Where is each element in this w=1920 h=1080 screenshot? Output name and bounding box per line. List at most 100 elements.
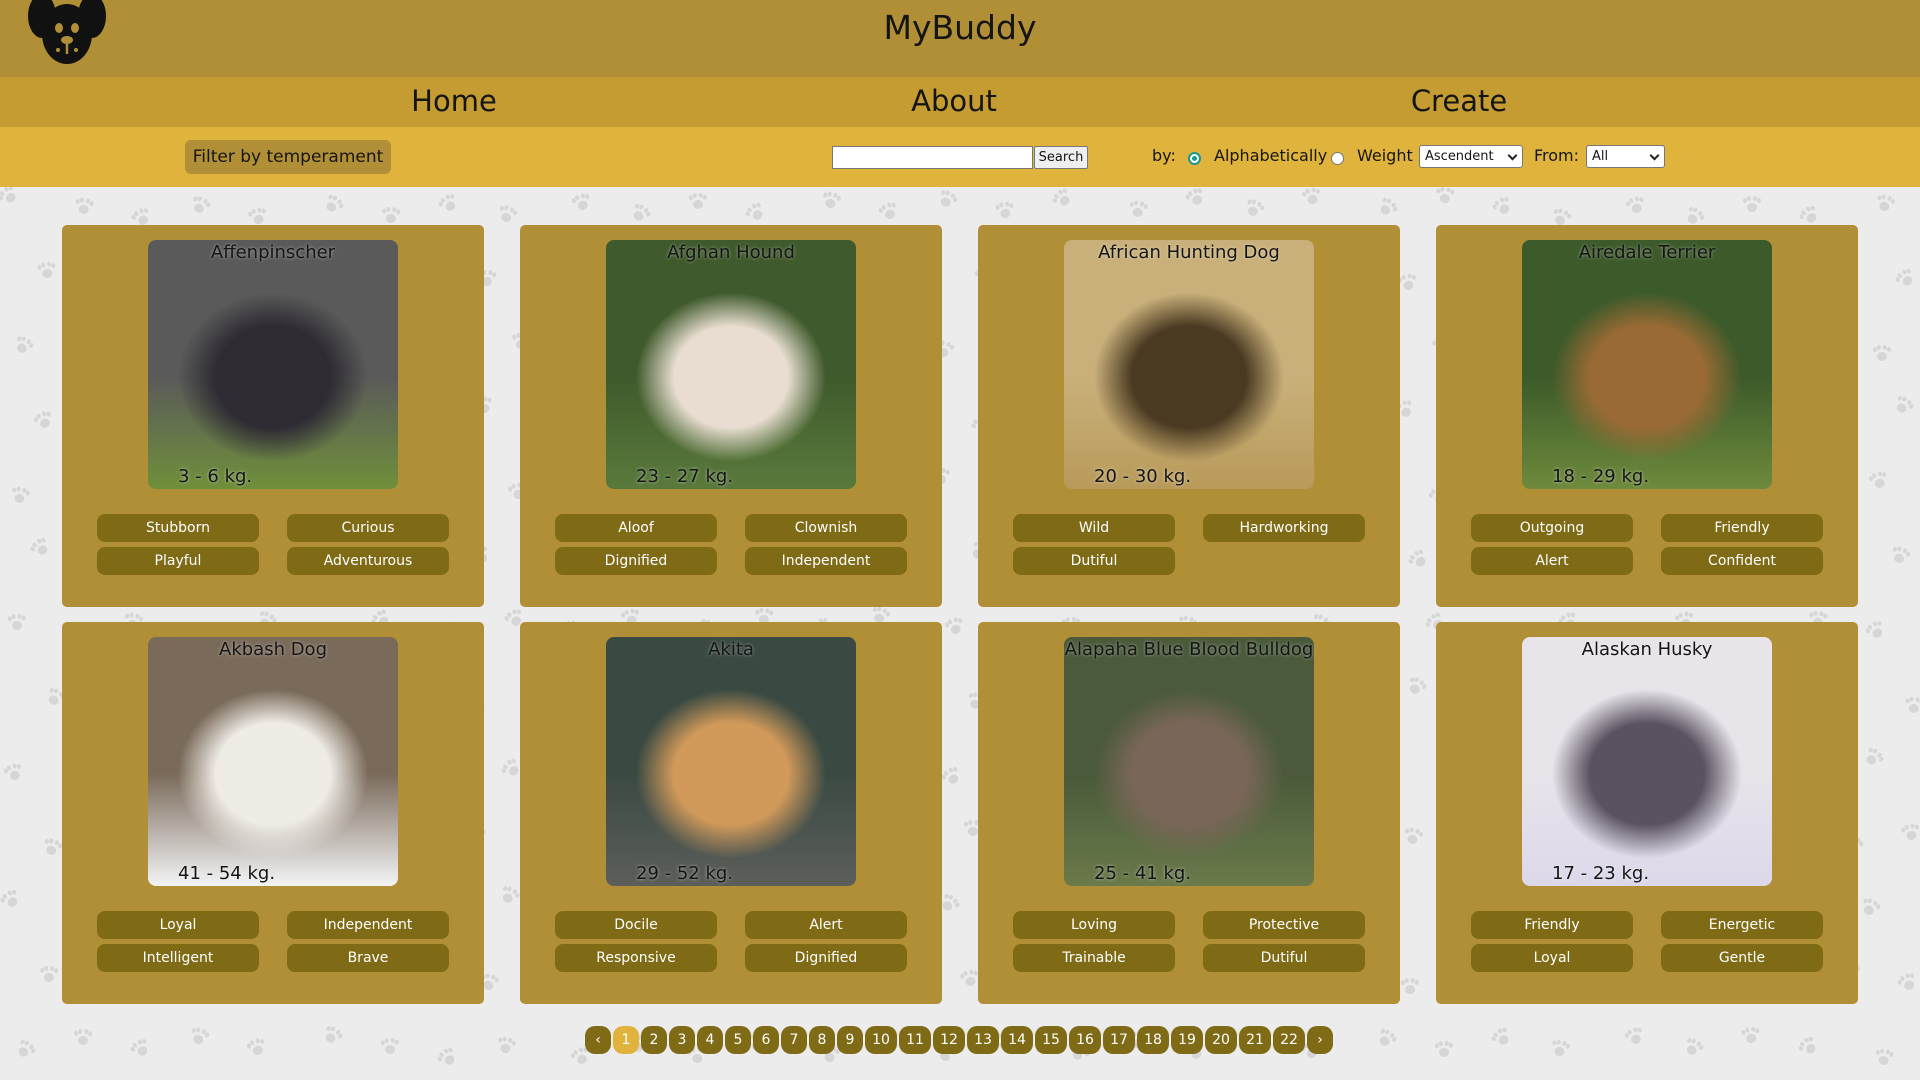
paw-icon	[1860, 745, 1885, 770]
search-input[interactable]	[832, 146, 1033, 169]
page-button[interactable]: 16	[1069, 1026, 1101, 1054]
page-button[interactable]: 14	[1001, 1026, 1033, 1054]
page-button[interactable]: 11	[899, 1026, 931, 1054]
paw-icon	[1874, 193, 1896, 215]
paw-icon	[743, 200, 768, 225]
temperament-tag: Clownish	[745, 514, 907, 542]
page-button[interactable]: 22	[1273, 1026, 1305, 1054]
paw-icon	[1128, 200, 1149, 221]
paw-icon	[1874, 1048, 1895, 1069]
breed-name: Afghan Hound	[667, 242, 795, 263]
paw-icon	[12, 1037, 37, 1062]
paw-icon	[995, 201, 1015, 221]
temperament-tag: Friendly	[1471, 911, 1633, 939]
paw-icon	[1623, 1025, 1647, 1049]
sort-alphabetically-radio[interactable]	[1188, 152, 1201, 165]
page-button[interactable]: 8	[809, 1026, 835, 1054]
breed-card[interactable]: Alapaha Blue Blood Bulldog 25 - 41 kg. Lov…	[978, 622, 1400, 1004]
paw-icon	[1741, 1026, 1761, 1046]
page-button[interactable]: 6	[753, 1026, 779, 1054]
paw-icon	[571, 192, 594, 215]
temperament-tag: Wild	[1013, 514, 1175, 542]
page-button[interactable]: 18	[1137, 1026, 1169, 1054]
page-button[interactable]: 7	[781, 1026, 807, 1054]
page-button[interactable]: 19	[1171, 1026, 1203, 1054]
paw-icon	[435, 1045, 460, 1070]
page-button[interactable]: 17	[1103, 1026, 1135, 1054]
paw-icon	[1858, 896, 1882, 920]
page-button[interactable]: 10	[865, 1026, 897, 1054]
paw-icon	[74, 197, 94, 217]
page-button[interactable]: 5	[725, 1026, 751, 1054]
paw-icon	[1301, 187, 1322, 208]
temperament-tag: Brave	[287, 944, 449, 972]
paw-icon	[9, 485, 31, 507]
paw-icon	[11, 334, 35, 358]
paw-icon	[128, 1036, 153, 1061]
breed-card[interactable]: Alaskan Husky 17 - 23 kg. Friendly Energeti…	[1436, 622, 1858, 1004]
from-select[interactable]: All	[1586, 145, 1665, 168]
paw-icon	[1489, 1025, 1514, 1050]
paw-icon	[877, 200, 901, 224]
page-button[interactable]: 1	[613, 1026, 639, 1054]
temperament-tag: Dignified	[555, 547, 717, 575]
order-select-value: Ascendent	[1425, 149, 1494, 164]
paw-icon	[246, 1037, 269, 1060]
from-select-value: All	[1592, 149, 1609, 164]
breed-card[interactable]: Affenpinscher 3 - 6 kg. Stubborn Curious Pla…	[62, 225, 484, 607]
filter-temperament-button[interactable]: Filter by temperament	[185, 140, 391, 174]
breed-card[interactable]: Afghan Hound 23 - 27 kg. Aloof Clownish Dign…	[520, 225, 942, 607]
search-button[interactable]: Search	[1034, 146, 1088, 169]
sort-alphabetically-label[interactable]: Alphabetically	[1214, 146, 1327, 165]
temperament-tag: Curious	[287, 514, 449, 542]
nav-about[interactable]: About	[911, 84, 997, 118]
temperament-tag: Loving	[1013, 911, 1175, 939]
page-button[interactable]: 12	[933, 1026, 965, 1054]
temperament-tag: Stubborn	[97, 514, 259, 542]
nav-create[interactable]: Create	[1411, 84, 1507, 118]
paw-icon	[495, 1035, 517, 1057]
filter-bar: Filter by temperament Search by: Alphabe…	[0, 127, 1920, 187]
prev-page-button[interactable]: ‹	[585, 1026, 611, 1054]
paw-icon	[496, 204, 519, 227]
breed-weight: 17 - 23 kg.	[1552, 863, 1650, 884]
temperament-tag: Docile	[555, 911, 717, 939]
breed-card[interactable]: African Hunting Dog 20 - 30 kg. Wild Hardwo…	[978, 225, 1400, 607]
paw-icon	[41, 837, 64, 860]
page-button[interactable]: 20	[1205, 1026, 1237, 1054]
temperament-tag: Confident	[1661, 547, 1823, 575]
order-select[interactable]: Ascendent	[1419, 145, 1523, 168]
next-page-button[interactable]: ›	[1307, 1026, 1333, 1054]
paw-icon	[1625, 195, 1647, 217]
page-button[interactable]: 3	[669, 1026, 695, 1054]
breed-name: Airedale Terrier	[1578, 242, 1716, 263]
page-button[interactable]: 2	[641, 1026, 667, 1054]
paw-icon	[74, 1028, 93, 1048]
paw-icon	[1374, 195, 1399, 220]
page-button[interactable]: 9	[837, 1026, 863, 1054]
breed-card[interactable]: Akbash Dog 41 - 54 kg. Loyal Independent Int…	[62, 622, 484, 1004]
breed-name: Alaskan Husky	[1581, 639, 1713, 660]
sort-weight-radio[interactable]	[1331, 152, 1344, 165]
page-button[interactable]: 4	[697, 1026, 723, 1054]
paw-icon	[1242, 197, 1266, 221]
paw-icon	[627, 201, 652, 226]
temperament-tag: Playful	[97, 547, 259, 575]
breed-photo	[606, 637, 856, 886]
nav-home[interactable]: Home	[411, 84, 497, 118]
paw-icon	[935, 188, 960, 213]
page-button[interactable]: 21	[1239, 1026, 1271, 1054]
breed-weight: 23 - 27 kg.	[636, 466, 734, 487]
temperament-tag: Dignified	[745, 944, 907, 972]
sort-weight-label[interactable]: Weight	[1357, 146, 1413, 165]
paw-icon	[820, 190, 842, 212]
temperament-tag: Friendly	[1661, 514, 1823, 542]
breed-card[interactable]: Akita 29 - 52 kg. Docile Alert Responsive Dig…	[520, 622, 942, 1004]
page-button[interactable]: 15	[1035, 1026, 1067, 1054]
paw-icon	[0, 887, 24, 912]
page-button[interactable]: 13	[967, 1026, 999, 1054]
temperament-tag: Aloof	[555, 514, 717, 542]
breed-card[interactable]: Airedale Terrier 18 - 29 kg. Outgoing Frien…	[1436, 225, 1858, 607]
breed-name: African Hunting Dog	[1098, 242, 1280, 263]
paw-icon	[1373, 1026, 1398, 1051]
